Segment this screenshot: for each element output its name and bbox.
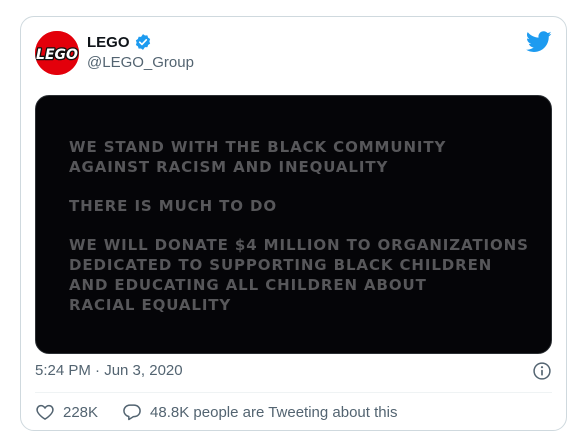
image-text-line: WE STAND WITH THE BLACK COMMUNITY xyxy=(69,138,447,156)
speech-bubble-icon xyxy=(123,404,141,421)
like-button[interactable]: 228K xyxy=(35,402,98,422)
image-text-line: WE WILL DONATE $4 MILLION TO ORGANIZATIO… xyxy=(69,236,529,254)
info-icon[interactable] xyxy=(532,361,552,381)
avatar[interactable]: LEGO xyxy=(35,31,79,75)
tweet-card[interactable]: LEGO LEGO @LEGO_Group WE STAND WITH THE … xyxy=(20,16,567,431)
image-text-block-3: WE WILL DONATE $4 MILLION TO ORGANIZATIO… xyxy=(69,235,529,315)
divider xyxy=(35,392,552,393)
tweet-timestamp[interactable]: 5:24 PM · Jun 3, 2020 xyxy=(35,362,183,379)
image-text-line: AGAINST RACISM AND INEQUALITY xyxy=(69,158,389,176)
discussion-link[interactable]: 48.8K people are Tweeting about this xyxy=(122,402,397,422)
author-name-row[interactable]: LEGO xyxy=(87,33,152,51)
author-display-name[interactable]: LEGO xyxy=(87,34,130,51)
heart-icon xyxy=(36,404,54,420)
image-text-block-1: WE STAND WITH THE BLACK COMMUNITY AGAINS… xyxy=(69,137,446,177)
tweet-actions: 228K 48.8K people are Tweeting about thi… xyxy=(35,402,397,422)
lego-logo-text: LEGO xyxy=(36,47,78,63)
image-text-line: RACIAL EQUALITY xyxy=(69,296,232,314)
image-text-block-2: THERE IS MUCH TO DO xyxy=(69,196,277,216)
author-handle[interactable]: @LEGO_Group xyxy=(87,54,194,71)
image-text-line: DEDICATED TO SUPPORTING BLACK CHILDREN xyxy=(69,256,493,274)
like-count: 228K xyxy=(63,403,99,421)
lego-logo: LEGO xyxy=(35,31,79,75)
image-text-line: AND EDUCATING ALL CHILDREN ABOUT xyxy=(69,276,427,294)
image-text-line: THERE IS MUCH TO DO xyxy=(69,197,278,215)
verified-badge-icon xyxy=(135,34,150,50)
tweet-image[interactable]: WE STAND WITH THE BLACK COMMUNITY AGAINS… xyxy=(35,95,552,354)
twitter-bird-icon[interactable] xyxy=(526,31,552,53)
discussion-text: 48.8K people are Tweeting about this xyxy=(150,403,398,421)
